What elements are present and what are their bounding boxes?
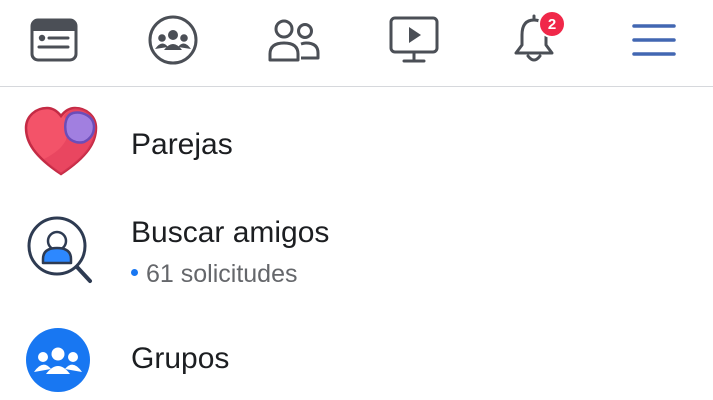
- menu-item-label: Buscar amigos: [131, 216, 330, 249]
- notification-badge: 2: [538, 10, 566, 38]
- friend-requests-label: 61 solicitudes: [146, 260, 298, 288]
- tab-friends[interactable]: [266, 12, 322, 68]
- friends-icon: [268, 19, 320, 62]
- menu-item-label: Grupos: [131, 342, 230, 375]
- dating-heart-icon: [24, 106, 98, 180]
- menu-item-find-friends[interactable]: Buscar amigos 61 solicitudes: [0, 208, 713, 296]
- top-tab-bar: 2: [0, 0, 713, 87]
- find-friends-icon: [24, 213, 98, 287]
- video-icon: [389, 16, 439, 63]
- friend-requests-count: 61 solicitudes: [131, 260, 297, 289]
- unread-dot: [131, 268, 138, 276]
- news-feed-icon: [30, 18, 78, 62]
- menu-item-groups[interactable]: Grupos: [0, 324, 713, 400]
- groups-icon: [24, 326, 98, 400]
- tab-news-feed[interactable]: [26, 12, 82, 68]
- menu-item-label: Parejas: [131, 128, 233, 161]
- tab-watch[interactable]: [386, 12, 442, 68]
- hamburger-menu-icon: [632, 24, 676, 56]
- tab-menu[interactable]: [626, 12, 682, 68]
- tab-groups[interactable]: [145, 12, 201, 68]
- groups-icon: [148, 15, 198, 65]
- menu-item-dating[interactable]: Parejas: [0, 106, 713, 186]
